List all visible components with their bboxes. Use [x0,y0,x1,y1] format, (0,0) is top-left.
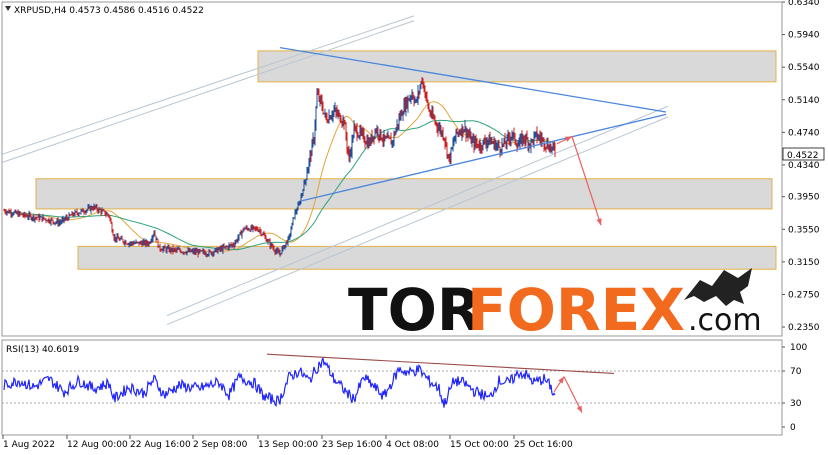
price-tick-label: 0.3150 [788,258,820,268]
rsi-tick-label: 100 [790,343,807,353]
time-tick-label: 4 Oct 08:00 [386,440,439,450]
watermark-text-forex: FOREX [467,276,685,344]
price-tick-label: 0.2750 [788,290,820,300]
watermark-text-com: .com [688,303,762,338]
watermark-text-tor: TOR [348,276,482,344]
price-tick-label: 0.5140 [788,96,820,106]
price-tick-label: 0.5940 [788,31,820,41]
price-zone [35,178,773,210]
chart-title: XRPUSD,H4 0.4573 0.4586 0.4516 0.4522 [14,6,204,16]
price-tick-label: 0.2350 [788,323,820,333]
time-tick-label: 12 Aug 00:00 [67,440,128,450]
time-tick-label: 25 Oct 16:00 [514,440,573,450]
rsi-axis: 100 70 30 0 [782,343,807,433]
time-tick-label: 13 Sep 00:00 [258,440,318,450]
price-tick-label: 0.4340 [788,161,820,171]
rsi-title: RSI(13) 40.6019 [6,345,79,355]
time-tick-label: 15 Oct 00:00 [450,440,509,450]
price-zone [257,50,777,83]
time-tick-label: 2 Sep 08:00 [193,440,248,450]
time-axis: 1 Aug 2022 12 Aug 00:00 22 Aug 16:00 2 Sep … [2,435,573,450]
time-tick-label: 1 Aug 2022 [3,440,55,450]
price-tick-label: 0.3950 [788,193,820,203]
price-axis: 0.6340 0.5940 0.5540 0.5140 0.4740 0.4340 0.39… [782,0,820,333]
rsi-tick-label: 0 [790,423,796,433]
price-tag-value: 0.4522 [787,151,819,161]
chart-canvas: TOR FOREX .com 0.63400.59400.55400.51400… [1,0,825,450]
price-tick-label: 0.6340 [788,0,820,8]
current-price-tag: 0.4522 [782,147,825,161]
rsi-tick-label: 30 [790,399,802,409]
time-tick-label: 22 Aug 16:00 [130,440,191,450]
time-tick-label: 23 Sep 16:00 [322,440,382,450]
price-tick-label: 0.4740 [788,128,820,138]
rsi-tick-label: 70 [790,367,802,377]
price-zone [77,245,777,270]
price-tick-label: 0.5540 [788,63,820,73]
price-tick-label: 0.3550 [788,225,820,235]
